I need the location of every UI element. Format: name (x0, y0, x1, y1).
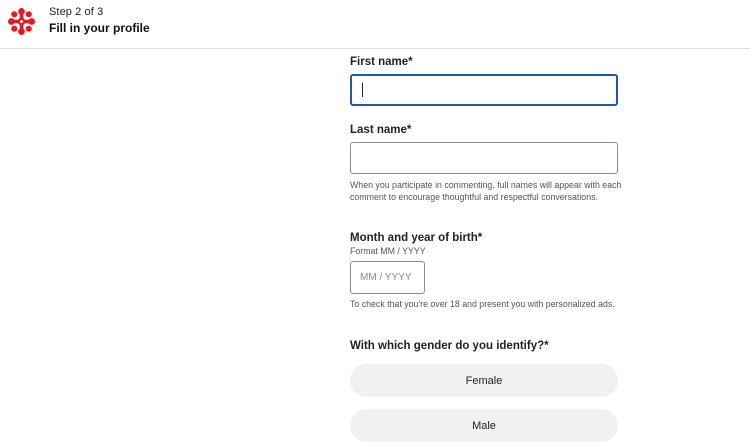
birth-date-help-text: To check that you're over 18 and present… (350, 299, 615, 309)
last-name-help-text: When you participate in commenting, full… (350, 180, 622, 202)
step-indicator: Step 2 of 3 (49, 6, 104, 18)
page-title: Fill in your profile (49, 21, 150, 35)
first-name-input[interactable] (350, 74, 618, 106)
last-name-label: Last name* (350, 124, 412, 136)
birth-date-label: Month and year of birth* (350, 232, 483, 244)
text-cursor (362, 83, 363, 97)
header: Step 2 of 3 Fill in your profile (0, 0, 750, 49)
first-name-label: First name* (350, 56, 413, 68)
gender-option-male[interactable]: Male (350, 409, 618, 442)
birth-date-input[interactable] (350, 261, 425, 294)
birth-date-format-hint: Format MM / YYYY (350, 246, 426, 256)
gender-label: With which gender do you identify?* (350, 340, 549, 352)
cbc-logo-icon (8, 8, 35, 35)
last-name-input[interactable] (350, 142, 618, 174)
gender-option-female[interactable]: Female (350, 364, 618, 397)
